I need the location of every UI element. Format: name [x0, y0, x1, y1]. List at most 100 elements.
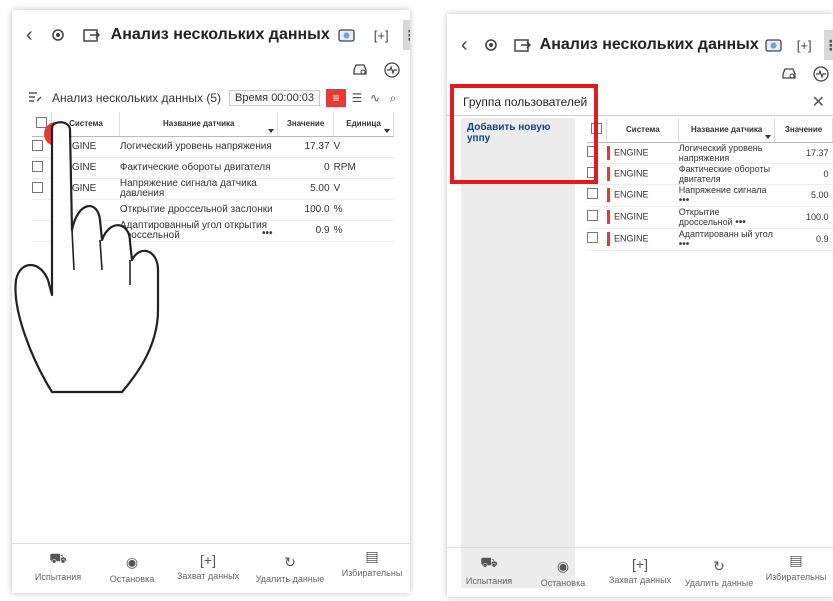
system-label: ENGINE: [613, 233, 649, 244]
row-more-icon[interactable]: •••: [679, 195, 690, 206]
time-display: Время 00:00:03: [229, 90, 321, 106]
data-table: Система Название датчика Значение Единиц…: [32, 112, 394, 242]
row-more-icon[interactable]: •••: [735, 217, 746, 228]
table-row[interactable]: ENGINE Открытие дроссельной ••• 100.0: [587, 206, 833, 229]
system-label: ENGINE: [613, 211, 649, 222]
nav-tests[interactable]: ⛟ Испытания: [26, 550, 90, 582]
select-all-header[interactable]: [32, 112, 53, 137]
more-vertical-icon[interactable]: ⋮: [823, 30, 833, 60]
sort-icon: [384, 128, 390, 133]
table-row[interactable]: Открытие дроссельной заслонки 100.0 %: [32, 199, 394, 221]
nav-label: Испытания: [34, 572, 82, 582]
refresh-icon: ↻: [284, 554, 296, 570]
row-checkbox[interactable]: [32, 139, 43, 151]
nav-label: Избирательны: [765, 572, 827, 582]
column-header-sensor[interactable]: Название датчика: [678, 118, 776, 143]
list-icon: ▤: [365, 548, 379, 564]
nav-stop[interactable]: ◉ Остановка: [100, 554, 164, 584]
row-more-icon[interactable]: •••: [262, 228, 273, 239]
top-bar: ‹ Анализ нескольких данных [+] ⋮: [12, 10, 410, 60]
row-checkbox[interactable]: [32, 160, 43, 172]
fullscreen-icon[interactable]: [+]: [797, 38, 812, 53]
table-row[interactable]: ENGINE Логический уровень напряжения 17.…: [32, 136, 394, 158]
back-icon[interactable]: ‹: [26, 24, 33, 47]
row-more-icon[interactable]: •••: [679, 239, 690, 250]
column-header-value[interactable]: Значение: [277, 112, 335, 137]
value-cell: 17.37: [774, 142, 833, 164]
left-screen: ‹ Анализ нескольких данных [+] ⋮ Анализ …: [12, 10, 410, 593]
close-icon[interactable]: ✕: [812, 92, 825, 112]
pulse-icon[interactable]: [813, 66, 829, 85]
system-cell: ENGINE: [606, 206, 679, 229]
row-checkbox[interactable]: [32, 181, 43, 193]
pulse-icon[interactable]: [384, 62, 400, 81]
wave-view-icon[interactable]: ∿: [366, 91, 384, 105]
sensor-name-cell: Открытие дроссельной •••: [678, 206, 775, 229]
nav-capture[interactable]: [+] Захват данных: [603, 556, 677, 585]
table-row[interactable]: ENGINE Адаптированн ый угол ••• 0.9: [587, 228, 833, 251]
nav-tests[interactable]: ⛟ Испытания: [459, 554, 519, 586]
car-icon[interactable]: [781, 66, 797, 85]
table-row[interactable]: ENGINE Напряжение сигнала ••• 5.00: [587, 184, 833, 207]
column-header-system[interactable]: Система: [606, 118, 680, 143]
search-icon[interactable]: ⌕: [384, 91, 402, 106]
column-header-sensor[interactable]: Название датчика: [119, 112, 279, 137]
nav-label: Избирательны: [341, 568, 403, 578]
table-row[interactable]: ENGINE Фактические обороты двигателя 0: [587, 163, 833, 185]
unit-cell: %: [333, 199, 394, 221]
camera-icon[interactable]: [765, 37, 785, 53]
system-cell: ENGINE: [606, 142, 679, 164]
value-cell: 5.00: [277, 178, 334, 200]
row-checkbox[interactable]: [587, 232, 598, 243]
edit-list-icon[interactable]: [28, 91, 42, 106]
sensor-name-cell: Напряжение сигнала датчика давления: [119, 178, 278, 200]
car-icon[interactable]: [352, 62, 368, 81]
system-cell: ENGINE: [51, 178, 120, 200]
nav-delete[interactable]: ↻ Удалить данные: [248, 554, 332, 584]
gear-icon[interactable]: [49, 26, 67, 44]
text-view-icon[interactable]: ☰: [348, 91, 366, 105]
row-checkbox[interactable]: [587, 188, 598, 199]
table-row[interactable]: ENGINE Фактические обороты двигателя 0 R…: [32, 157, 394, 179]
nav-delete[interactable]: ↻ Удалить данные: [679, 558, 759, 588]
back-icon[interactable]: ‹: [461, 34, 468, 57]
value-cell: 0.9: [774, 228, 833, 251]
list-view-icon[interactable]: ≡: [326, 89, 347, 107]
sort-icon: [268, 128, 275, 133]
camera-icon[interactable]: [338, 27, 358, 43]
system-cell: [51, 220, 120, 242]
select-all-checkbox[interactable]: [36, 117, 48, 129]
info-bar: Анализ нескольких данных (5) Время 00:00…: [12, 86, 410, 110]
column-header-value[interactable]: Значение: [774, 118, 833, 143]
unit-cell: RPM: [333, 157, 394, 179]
status-flag: [606, 188, 610, 202]
column-header-unit[interactable]: Единица: [333, 112, 394, 137]
system-label: ENGINE: [613, 147, 649, 158]
nav-selective[interactable]: ▤ Избирательны: [761, 552, 831, 582]
export-icon[interactable]: [82, 27, 101, 43]
nav-label: Остановка: [109, 574, 155, 584]
export-icon[interactable]: [513, 37, 532, 53]
refresh-icon: ↻: [713, 558, 725, 574]
stop-icon: ◉: [556, 558, 570, 574]
sensor-name-cell: Логический уровень напряжения: [119, 136, 278, 158]
system-cell: ENGINE: [51, 136, 120, 158]
capture-icon: [+]: [200, 552, 216, 568]
nav-label: Удалить данные: [684, 578, 754, 588]
nav-stop[interactable]: ◉ Остановка: [531, 558, 595, 588]
column-header-system[interactable]: Система: [51, 112, 121, 137]
sensor-name-cell: Логический уровень напряжения: [678, 142, 775, 164]
more-vertical-icon[interactable]: ⋮: [402, 20, 410, 50]
nav-label: Захват данных: [176, 571, 240, 581]
table-row[interactable]: ENGINE Логический уровень напряжения 17.…: [587, 142, 833, 164]
table-row[interactable]: Адаптированный угол открытия дроссельной…: [32, 220, 394, 242]
gear-icon[interactable]: [482, 36, 500, 54]
nav-capture[interactable]: [+] Захват данных: [170, 552, 246, 581]
status-flag: [606, 145, 610, 160]
nav-selective[interactable]: ▤ Избирательны: [336, 548, 408, 578]
car-icon: ⛟: [49, 550, 67, 566]
row-checkbox[interactable]: [587, 210, 598, 221]
value-cell: 0: [277, 157, 334, 179]
fullscreen-icon[interactable]: [+]: [374, 28, 389, 43]
table-row[interactable]: ENGINE Напряжение сигнала датчика давлен…: [32, 178, 394, 200]
